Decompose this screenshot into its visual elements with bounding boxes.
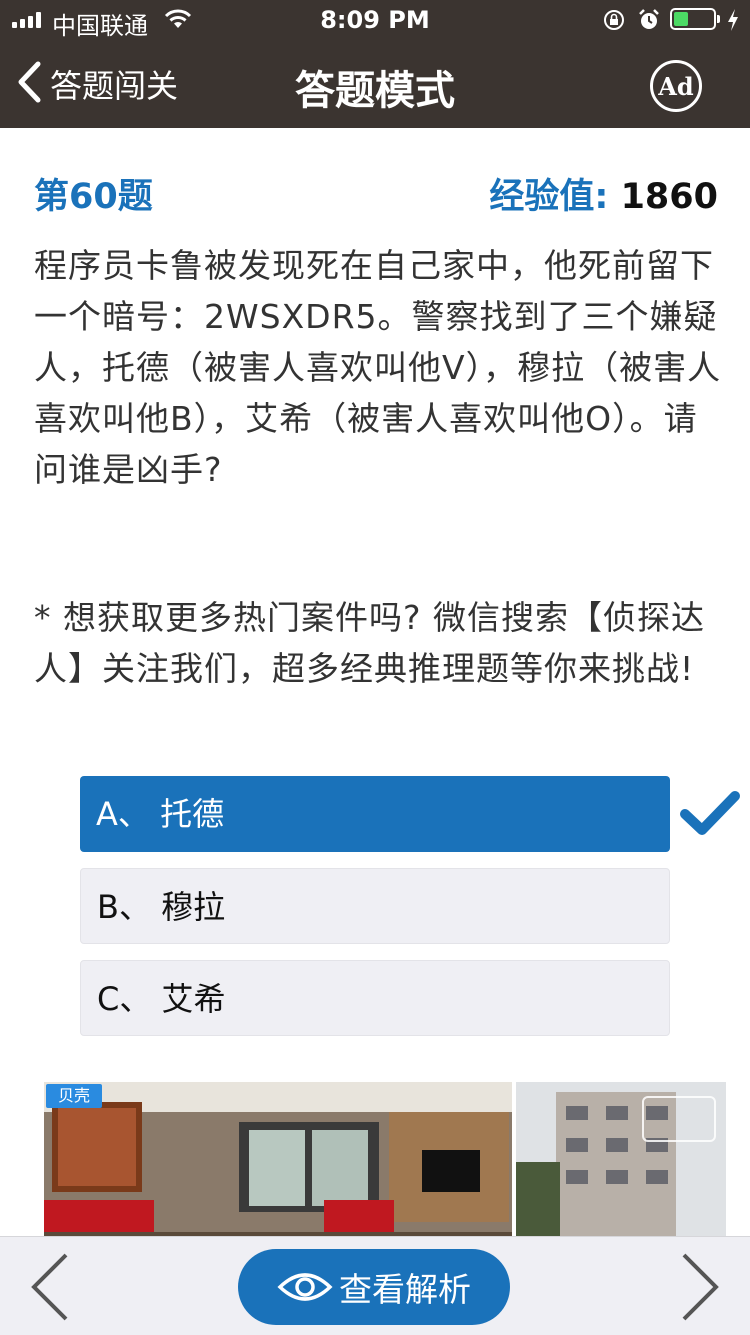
eye-icon bbox=[277, 1269, 333, 1305]
rotation-lock-icon bbox=[602, 8, 626, 36]
option-b[interactable]: B、 穆拉 bbox=[80, 868, 670, 944]
page-title: 答题模式 bbox=[295, 68, 455, 114]
view-analysis-label: 查看解析 bbox=[339, 1270, 471, 1309]
option-a[interactable]: A、 托德 bbox=[80, 776, 670, 852]
ad-icon: Ad bbox=[658, 71, 694, 101]
experience-score: 经验值: 1860 bbox=[489, 168, 718, 219]
alarm-icon bbox=[638, 8, 660, 36]
charging-icon bbox=[726, 8, 740, 36]
living-room-photo bbox=[44, 1082, 512, 1242]
ad-button[interactable]: Ad bbox=[650, 60, 702, 112]
battery-icon bbox=[670, 8, 720, 30]
previous-question-button[interactable] bbox=[28, 1251, 72, 1323]
experience-label: 经验值: bbox=[489, 177, 609, 217]
chevron-right-icon bbox=[678, 1253, 722, 1327]
beike-logo: 贝壳 bbox=[46, 1084, 102, 1108]
option-c[interactable]: C、 艾希 bbox=[80, 960, 670, 1036]
question-text: 程序员卡鲁被发现死在自己家中，他死前留下一个暗号：2WSXDR5。警察找到了三个… bbox=[34, 246, 722, 489]
ad-frame-icon[interactable] bbox=[642, 1096, 716, 1142]
view-analysis-button[interactable]: 查看解析 bbox=[238, 1249, 510, 1325]
checkmark-icon bbox=[680, 788, 740, 842]
promo-tip: * 想获取更多热门案件吗? 微信搜索【侦探达人】关注我们，超多经典推理题等你来挑… bbox=[34, 598, 705, 688]
question-header: 第60题 经验值: 1860 bbox=[34, 168, 718, 217]
bottom-toolbar: 查看解析 bbox=[0, 1236, 750, 1335]
chevron-left-icon bbox=[28, 1253, 72, 1327]
next-question-button[interactable] bbox=[678, 1251, 722, 1323]
ad-banner[interactable]: 贝壳 bbox=[44, 1082, 726, 1242]
status-bar: 中国联通 8:09 PM bbox=[0, 0, 750, 40]
question-number: 第60题 bbox=[34, 177, 153, 217]
experience-value: 1860 bbox=[620, 177, 718, 217]
navigation-bar: 答题闯关 答题模式 Ad bbox=[0, 40, 750, 128]
